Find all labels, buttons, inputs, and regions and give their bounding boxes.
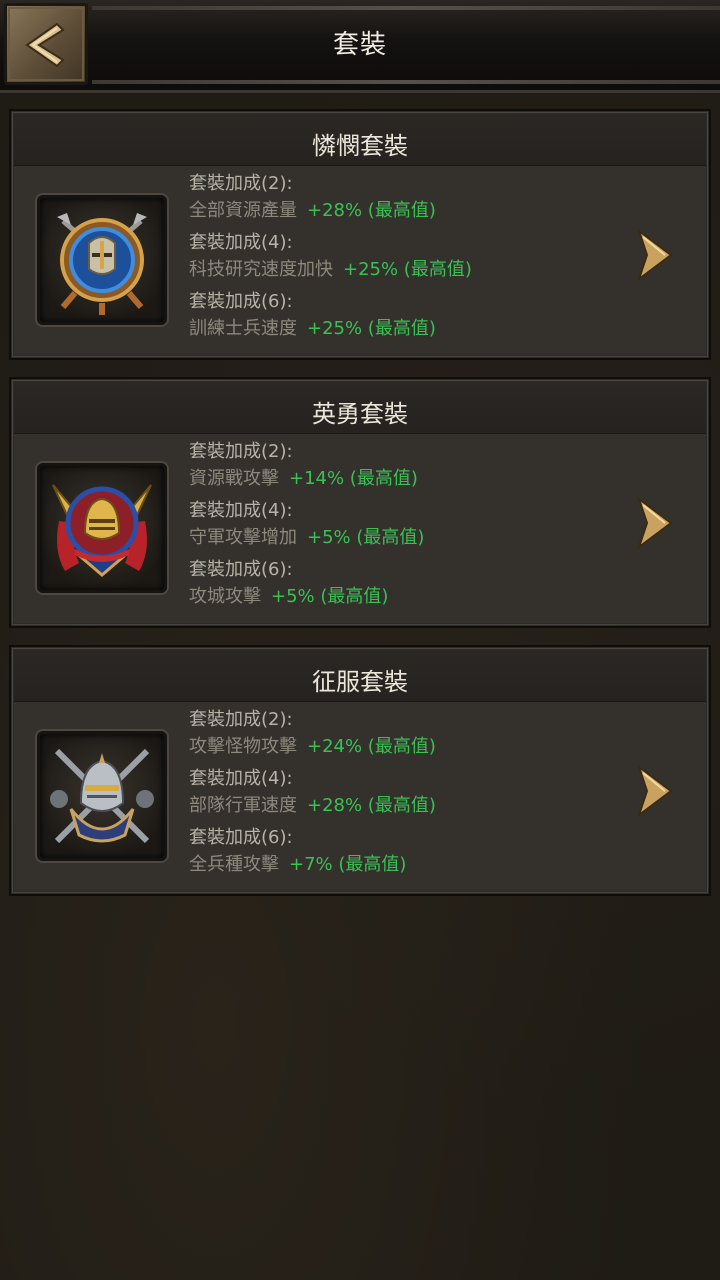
bonus-value: +24% (最高值)	[307, 736, 436, 757]
bonus-group: 套裝加成(6): 攻城攻擊 +5% (最高值)	[189, 557, 424, 616]
bonus-line: 全兵種攻擊 +7% (最高值)	[189, 851, 436, 879]
page-title: 套裝	[332, 30, 387, 60]
chevron-right-icon[interactable]	[633, 225, 677, 285]
bonus-value: +25% (最高值)	[307, 318, 436, 339]
bonus-label: 套裝加成(6):	[189, 291, 293, 312]
bonus-value: +7% (最高值)	[289, 854, 407, 875]
bonus-group: 套裝加成(2): 資源戰攻擊 +14% (最高值)	[189, 439, 424, 498]
top-bar-rim	[92, 6, 720, 10]
bonus-value: +25% (最高值)	[343, 259, 472, 280]
set-name: 英勇套裝	[312, 400, 408, 428]
bonus-line: 守軍攻擊增加 +5% (最高值)	[189, 524, 424, 552]
bonus-stat: 守軍攻擊增加	[189, 527, 297, 548]
bonus-group: 套裝加成(4): 科技研究速度加快 +25% (最高值)	[189, 230, 472, 289]
bonus-label: 套裝加成(4):	[189, 768, 293, 789]
bonus-line: 科技研究速度加快 +25% (最高值)	[189, 256, 472, 284]
set-icon-frame	[37, 463, 167, 593]
blue-shield-helmet-icon	[57, 213, 147, 315]
bonus-group: 套裝加成(2): 全部資源產量 +28% (最高值)	[189, 171, 472, 230]
set-card-mercy[interactable]: 憐憫套裝 套裝加成(2): 全部資源產量 +28% (最高值) 套裝加成(4):	[9, 109, 711, 360]
set-card-conquest[interactable]: 征服套裝 套裝加成(2): 攻擊怪物攻擊 +24% (最高值) 套裝加成(4):	[9, 645, 711, 896]
bonus-label: 套裝加成(2):	[189, 709, 293, 730]
crossed-weapons-helmet-icon	[50, 748, 154, 844]
bonus-stat: 部隊行軍速度	[189, 795, 297, 816]
bonus-label: 套裝加成(6):	[189, 559, 293, 580]
set-card-header: 征服套裝	[14, 650, 706, 702]
bonus-line: 資源戰攻擊 +14% (最高值)	[189, 465, 424, 493]
bonus-stat: 全兵種攻擊	[189, 854, 279, 875]
bonus-line: 部隊行軍速度 +28% (最高值)	[189, 792, 436, 820]
set-icon-frame	[37, 731, 167, 861]
bonus-stat: 訓練士兵速度	[189, 318, 297, 339]
bonus-value: +5% (最高值)	[307, 527, 425, 548]
bonus-group: 套裝加成(4): 部隊行軍速度 +28% (最高值)	[189, 766, 436, 825]
bonus-list: 套裝加成(2): 資源戰攻擊 +14% (最高值) 套裝加成(4): 守軍攻擊增加…	[189, 439, 424, 616]
set-icon-frame	[37, 195, 167, 325]
trumpet-knight-helmet-icon	[52, 484, 152, 577]
bonus-list: 套裝加成(2): 攻擊怪物攻擊 +24% (最高值) 套裝加成(4): 部隊行軍速…	[189, 707, 436, 884]
bonus-label: 套裝加成(6):	[189, 827, 293, 848]
bonus-line: 訓練士兵速度 +25% (最高值)	[189, 315, 472, 343]
bonus-stat: 攻城攻擊	[189, 586, 261, 607]
chevron-right-icon[interactable]	[633, 493, 677, 553]
bonus-list: 套裝加成(2): 全部資源產量 +28% (最高值) 套裝加成(4): 科技研究速…	[189, 171, 472, 348]
bonus-group: 套裝加成(6): 全兵種攻擊 +7% (最高值)	[189, 825, 436, 884]
top-bar-rim-bottom	[92, 80, 720, 84]
set-card-header: 憐憫套裝	[14, 114, 706, 166]
bonus-stat: 科技研究速度加快	[189, 259, 333, 280]
set-card-header: 英勇套裝	[14, 382, 706, 434]
bonus-group: 套裝加成(2): 攻擊怪物攻擊 +24% (最高值)	[189, 707, 436, 766]
bonus-value: +5% (最高值)	[271, 586, 389, 607]
bonus-label: 套裝加成(2):	[189, 441, 293, 462]
set-name: 憐憫套裝	[312, 132, 408, 160]
bonus-group: 套裝加成(4): 守軍攻擊增加 +5% (最高值)	[189, 498, 424, 557]
bonus-value: +28% (最高值)	[307, 795, 436, 816]
set-card-valor[interactable]: 英勇套裝 套裝加成(2): 資源戰攻擊 +14% (最高值) 套裝加成(4): …	[9, 377, 711, 628]
set-name: 征服套裝	[312, 668, 408, 696]
bonus-stat: 全部資源產量	[189, 200, 297, 221]
bonus-label: 套裝加成(4):	[189, 500, 293, 521]
bonus-group: 套裝加成(6): 訓練士兵速度 +25% (最高值)	[189, 289, 472, 348]
bonus-value: +28% (最高值)	[307, 200, 436, 221]
bonus-line: 攻城攻擊 +5% (最高值)	[189, 583, 424, 611]
bonus-value: +14% (最高值)	[289, 468, 418, 489]
top-bar: 套裝	[0, 0, 720, 93]
bonus-stat: 資源戰攻擊	[189, 468, 279, 489]
bonus-stat: 攻擊怪物攻擊	[189, 736, 297, 757]
set-list: 憐憫套裝 套裝加成(2): 全部資源產量 +28% (最高值) 套裝加成(4):	[9, 109, 711, 913]
bonus-line: 攻擊怪物攻擊 +24% (最高值)	[189, 733, 436, 761]
bonus-label: 套裝加成(4):	[189, 232, 293, 253]
bonus-label: 套裝加成(2):	[189, 173, 293, 194]
chevron-right-icon[interactable]	[633, 761, 677, 821]
bonus-line: 全部資源產量 +28% (最高值)	[189, 197, 472, 225]
